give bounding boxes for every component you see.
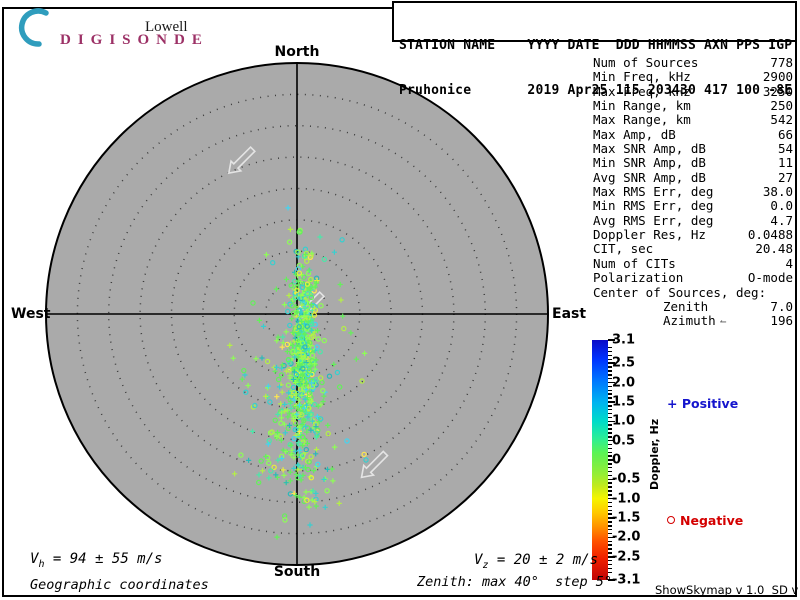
stat-label: Max RMS Err, deg bbox=[593, 184, 714, 200]
stat-row: Min Range, km 250 bbox=[593, 98, 793, 114]
colorbar-tick-label: 0 bbox=[612, 452, 622, 468]
stat-row: Doppler Res, Hz 0.0488 bbox=[593, 227, 793, 243]
colorbar-tick-label: -2.0 bbox=[612, 529, 641, 545]
stat-label: Doppler Res, Hz bbox=[593, 227, 706, 243]
measurement-stats-panel: Num of Sources 778 Min Freq, kHz 2900 Max Fr… bbox=[593, 55, 793, 328]
colorbar-tick bbox=[608, 567, 612, 570]
stat-row: Avg RMS Err, deg 4.7 bbox=[593, 212, 793, 228]
compass-north-label: North bbox=[274, 44, 320, 60]
stat-row: Num of Sources 778 bbox=[593, 55, 793, 70]
showskymap-window: STATION NAME YYYY DATE DDD HHMMSS AXN PP… bbox=[0, 0, 800, 600]
stat-value: O-mode bbox=[747, 270, 793, 286]
colorbar-tick-label: 2.5 bbox=[612, 355, 636, 371]
stat-label: Avg SNR Amp, dB bbox=[593, 169, 706, 185]
stat-row: Max RMS Err, deg 38.0 bbox=[593, 184, 793, 200]
stat-label: Avg RMS Err, deg bbox=[593, 212, 714, 228]
software-version-label: ShowSkymap v 1.0 SD v 5.1 bbox=[655, 583, 799, 597]
negative-legend-label: Negative bbox=[680, 513, 744, 528]
stat-row: Max Freq, kHz 3250 bbox=[593, 83, 793, 99]
colorbar-tick-label: -0.5 bbox=[612, 471, 641, 487]
stat-value: 778 bbox=[770, 55, 793, 70]
stat-row: Min RMS Err, deg 0.0 bbox=[593, 198, 793, 214]
stat-row: Polarization O-mode bbox=[593, 270, 793, 286]
stat-row: Min SNR Amp, dB 11 bbox=[593, 155, 793, 171]
colorbar-tick-label: 2.0 bbox=[612, 375, 636, 391]
stat-label: Center of Sources, deg: bbox=[593, 284, 767, 300]
stat-value: 7.0 bbox=[770, 298, 793, 314]
zenith-scale-label: Zenith: max 40° step 5° bbox=[417, 574, 613, 590]
logo-arc-icon bbox=[18, 8, 49, 47]
stat-row: Max SNR Amp, dB 54 bbox=[593, 141, 793, 157]
stat-value: 250 bbox=[770, 98, 793, 114]
lowell-digisonde-logo: Lowell DIGISONDE bbox=[8, 8, 248, 48]
stat-value: 20.48 bbox=[755, 241, 793, 257]
stat-value: 196 bbox=[770, 313, 793, 329]
stat-value: 0.0488 bbox=[747, 227, 793, 243]
stat-label: Azimuth bbox=[663, 313, 716, 329]
stat-value: 2900 bbox=[762, 69, 793, 85]
positive-doppler-legend: + Positive bbox=[667, 396, 738, 411]
negative-doppler-legend: Negative bbox=[667, 513, 743, 528]
coordinate-system-label: Geographic coordinates bbox=[30, 577, 209, 593]
stat-label: Max SNR Amp, dB bbox=[593, 141, 706, 157]
horizontal-velocity-readout: Vh = 94 ± 55 m/s bbox=[30, 551, 163, 570]
colorbar-tick-label: 0.5 bbox=[612, 433, 636, 449]
stat-label: Num of Sources bbox=[593, 55, 699, 70]
stat-label: Polarization bbox=[593, 270, 684, 286]
stat-value: 4 bbox=[785, 255, 793, 271]
stat-row: Avg SNR Amp, dB 27 bbox=[593, 169, 793, 185]
stat-label: Max Range, km bbox=[593, 112, 691, 128]
stat-row: Azimuth ↼ 196 bbox=[593, 313, 793, 329]
circle-marker-icon bbox=[667, 516, 675, 524]
stat-label: Num of CITs bbox=[593, 255, 676, 271]
doppler-colorbar bbox=[592, 340, 608, 580]
colorbar-tick-label: -3.1 bbox=[612, 572, 641, 588]
colorbar-tick-label: -2.5 bbox=[612, 549, 641, 565]
stat-row: Max Range, km 542 bbox=[593, 112, 793, 128]
stat-row: Num of CITs 4 bbox=[593, 255, 793, 271]
colorbar-tick-label: 3.1 bbox=[612, 332, 636, 348]
stat-label: Max Freq, kHz bbox=[593, 83, 691, 99]
stat-value: 66 bbox=[777, 126, 793, 142]
stat-row: Center of Sources, deg: bbox=[593, 284, 793, 300]
compass-south-label: South bbox=[273, 564, 321, 580]
stat-row: Zenith 7.0 bbox=[593, 298, 793, 314]
stat-label: Zenith bbox=[663, 298, 709, 314]
stat-label: Min RMS Err, deg bbox=[593, 198, 714, 214]
azimuth-direction-icon: ↼ bbox=[719, 315, 727, 329]
colorbar-tick-label: -1.0 bbox=[612, 491, 641, 507]
stat-label: CIT, sec bbox=[593, 241, 654, 257]
stat-label: Max Amp, dB bbox=[593, 126, 676, 142]
stat-label: Min SNR Amp, dB bbox=[593, 155, 706, 171]
stat-label: Min Freq, kHz bbox=[593, 69, 691, 85]
stat-value: 0.0 bbox=[770, 198, 793, 214]
stat-value: 542 bbox=[770, 112, 793, 128]
stat-value: 11 bbox=[777, 155, 793, 171]
positive-legend-label: + Positive bbox=[667, 396, 739, 411]
vertical-velocity-readout: Vz = 20 ± 2 m/s bbox=[474, 552, 599, 571]
stat-value: 3250 bbox=[762, 83, 793, 99]
colorbar-tick-label: -1.5 bbox=[612, 510, 641, 526]
stat-row: Min Freq, kHz 2900 bbox=[593, 69, 793, 85]
stat-value: 4.7 bbox=[770, 212, 793, 228]
stat-value: 38.0 bbox=[762, 184, 793, 200]
compass-east-label: East bbox=[552, 306, 587, 322]
colorbar-tick-label: 1.0 bbox=[612, 413, 636, 429]
colorbar-tick-label: 1.5 bbox=[612, 394, 636, 410]
colorbar-axis-label: Doppler, Hz bbox=[648, 418, 661, 490]
stat-row: CIT, sec 20.48 bbox=[593, 241, 793, 257]
stat-value: 54 bbox=[777, 141, 793, 157]
colorbar-tick bbox=[608, 350, 612, 353]
stat-value: 27 bbox=[777, 169, 793, 185]
stat-row: Max Amp, dB 66 bbox=[593, 126, 793, 142]
stat-label: Min Range, km bbox=[593, 98, 691, 114]
logo-product: DIGISONDE bbox=[60, 32, 209, 48]
header-columns: STATION NAME YYYY DATE DDD HHMMSS AXN PP… bbox=[399, 38, 793, 53]
compass-west-label: West bbox=[11, 306, 51, 322]
